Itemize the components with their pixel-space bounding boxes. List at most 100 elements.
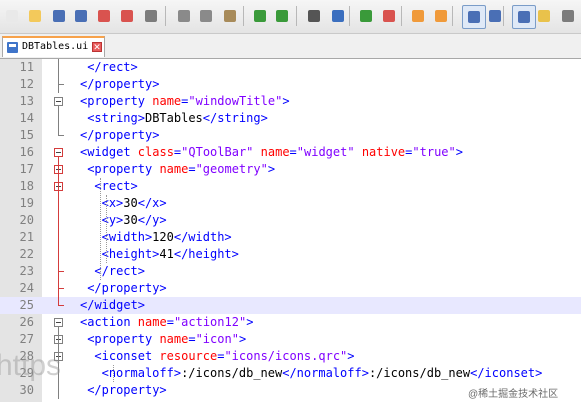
find-button[interactable] bbox=[306, 8, 322, 24]
indent-guide-button[interactable] bbox=[512, 5, 536, 29]
code-text: <normaloff>:/icons/db_new</normaloff>:/i… bbox=[102, 365, 543, 382]
code-token: <width> bbox=[101, 230, 153, 244]
cut-button[interactable] bbox=[176, 8, 192, 24]
open-file-button[interactable] bbox=[27, 8, 43, 24]
close-button[interactable] bbox=[96, 8, 112, 24]
code-token: <height> bbox=[101, 247, 160, 261]
code-token: "geometry" bbox=[195, 162, 268, 176]
code-token: <x> bbox=[101, 196, 124, 210]
tab-close-icon[interactable]: ✕ bbox=[92, 42, 102, 53]
code-line: 11 </rect> bbox=[0, 59, 581, 76]
toolbar-separator bbox=[296, 6, 297, 26]
code-line: 19 <x>30</x> bbox=[0, 195, 581, 212]
save-all-button[interactable] bbox=[73, 8, 89, 24]
code-token: </property> bbox=[80, 128, 160, 142]
code-editor[interactable]: 11 </rect> 12 </property> 13 <property name="… bbox=[0, 59, 581, 402]
code-token: </property> bbox=[80, 77, 160, 91]
watermark-left: https bbox=[0, 349, 62, 382]
code-text: </property> bbox=[87, 280, 166, 297]
doc-map-button[interactable] bbox=[536, 8, 552, 24]
copy-button[interactable] bbox=[198, 8, 214, 24]
code-token: </rect> bbox=[94, 264, 145, 278]
code-line: 20 <y>30</y> bbox=[0, 212, 581, 229]
save-button[interactable] bbox=[51, 8, 67, 24]
code-token: resource bbox=[159, 349, 218, 363]
undo-button[interactable] bbox=[252, 8, 268, 24]
toolbar-separator bbox=[452, 6, 453, 26]
code-token: "widget" bbox=[296, 145, 355, 159]
code-token: = bbox=[166, 315, 174, 329]
show-all-chars-button[interactable] bbox=[487, 8, 503, 24]
code-line: 24 </property> bbox=[0, 280, 581, 297]
function-list-button[interactable] bbox=[560, 8, 576, 24]
tab-label: DBTables.ui bbox=[22, 41, 89, 52]
code-token: 30 bbox=[123, 196, 138, 210]
code-text: </rect> bbox=[94, 263, 145, 280]
line-number: 26 bbox=[19, 315, 34, 329]
print-button[interactable] bbox=[143, 8, 159, 24]
code-line: 14 <string>DBTables</string> bbox=[0, 110, 581, 127]
sync-h-button[interactable] bbox=[433, 8, 449, 24]
paste-button[interactable] bbox=[222, 8, 238, 24]
line-number: 14 bbox=[19, 111, 34, 125]
new-file-button[interactable] bbox=[4, 8, 20, 24]
code-text: <widget class="QToolBar" name="widget" n… bbox=[80, 144, 463, 161]
code-token: <property bbox=[80, 94, 153, 108]
code-token: <action bbox=[80, 315, 138, 329]
sync-v-button[interactable] bbox=[410, 8, 426, 24]
code-line: 27 <property name="icon"> bbox=[0, 331, 581, 348]
toolbar-separator bbox=[243, 6, 244, 26]
code-text: <property name="icon"> bbox=[87, 331, 246, 348]
fold-end-mark bbox=[58, 84, 64, 85]
line-number: 21 bbox=[19, 230, 34, 244]
indent-guide-icon bbox=[518, 11, 530, 23]
code-token: </property> bbox=[87, 383, 167, 397]
code-token: = bbox=[289, 145, 297, 159]
code-token: = bbox=[188, 162, 196, 176]
code-token: > bbox=[238, 332, 247, 346]
code-line: 15 </property> bbox=[0, 127, 581, 144]
zoom-in-button[interactable] bbox=[358, 8, 374, 24]
file-save-state-icon bbox=[7, 42, 18, 53]
paste-icon bbox=[224, 10, 236, 22]
line-number: 23 bbox=[19, 264, 34, 278]
print-icon bbox=[145, 10, 157, 22]
code-text: <property name="geometry"> bbox=[87, 161, 275, 178]
zoom-out-button[interactable] bbox=[381, 8, 397, 24]
main-toolbar bbox=[0, 0, 581, 34]
redo-button[interactable] bbox=[274, 8, 290, 24]
code-token: "windowTitle" bbox=[188, 94, 283, 108]
toolbar-separator bbox=[349, 6, 350, 26]
code-text: <width>120</width> bbox=[102, 229, 232, 246]
code-token: </string> bbox=[202, 111, 268, 125]
redo-icon bbox=[276, 10, 288, 22]
show-all-chars-icon bbox=[489, 10, 501, 22]
close-all-button[interactable] bbox=[119, 8, 135, 24]
code-text: </rect> bbox=[87, 59, 138, 76]
code-text: </property> bbox=[80, 127, 159, 144]
code-line: 18 <rect> bbox=[0, 178, 581, 195]
code-text: <y>30</y> bbox=[102, 212, 167, 229]
line-number: 12 bbox=[19, 77, 34, 91]
code-token: </iconset> bbox=[470, 366, 543, 380]
code-line: 22 <height>41</height> bbox=[0, 246, 581, 263]
tab-dbtables-ui[interactable]: DBTables.ui ✕ bbox=[2, 36, 105, 57]
line-number: 15 bbox=[19, 128, 34, 142]
fold-toggle-icon[interactable] bbox=[54, 97, 63, 106]
replace-button[interactable] bbox=[330, 8, 346, 24]
open-file-icon bbox=[29, 10, 41, 22]
fold-end-mark bbox=[58, 271, 64, 272]
cut-icon bbox=[178, 10, 190, 22]
code-token: "action12" bbox=[173, 315, 247, 329]
fold-toggle-icon[interactable] bbox=[54, 318, 63, 327]
word-wrap-button[interactable] bbox=[462, 5, 486, 29]
close-icon bbox=[98, 10, 110, 22]
indent-guide bbox=[100, 178, 101, 280]
code-text: </property> bbox=[87, 382, 166, 399]
new-file-icon bbox=[6, 10, 18, 22]
copy-icon bbox=[200, 10, 212, 22]
fold-toggle-icon[interactable] bbox=[54, 148, 63, 157]
code-text: <x>30</x> bbox=[102, 195, 167, 212]
